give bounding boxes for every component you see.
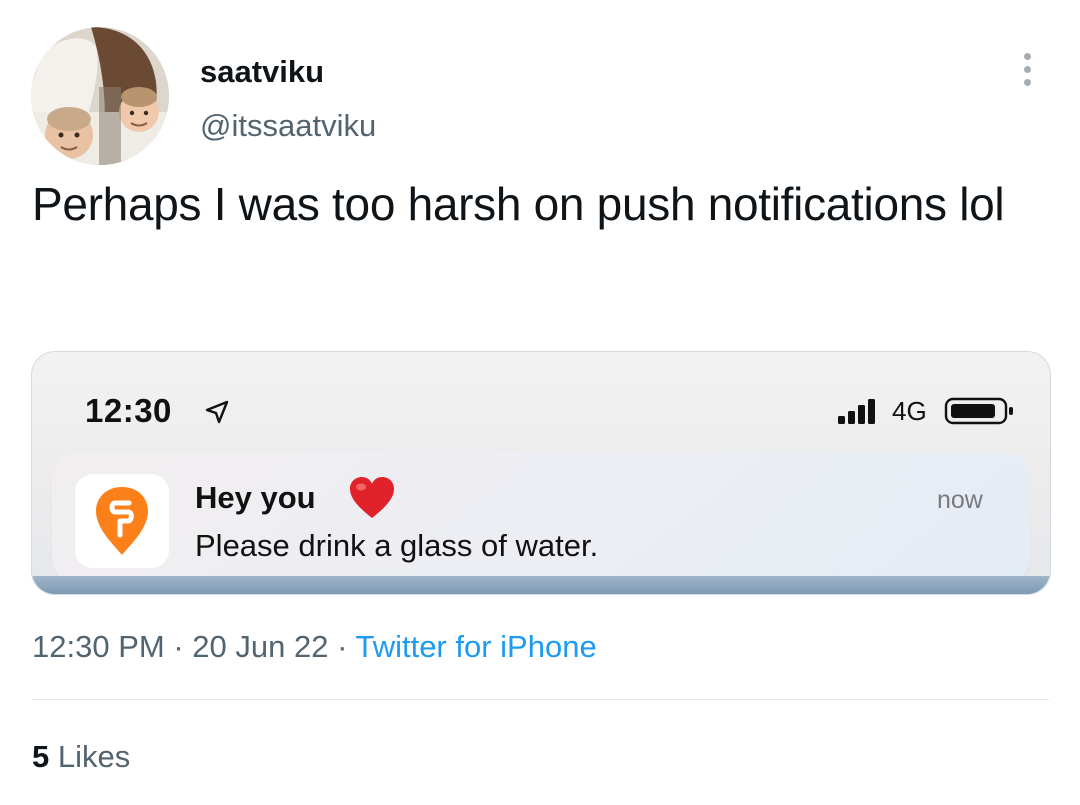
location-arrow-icon bbox=[205, 400, 229, 424]
media-bottom-strip bbox=[32, 576, 1050, 594]
author-handle[interactable]: @itssaatviku bbox=[200, 107, 376, 145]
tweet-metadata: 12:30 PM · 20 Jun 22 · Twitter for iPhon… bbox=[32, 628, 597, 666]
tweet-media-image[interactable]: 12:30 4G Hey you Please drink a glass of… bbox=[31, 351, 1051, 595]
author-display-name[interactable]: saatviku bbox=[200, 53, 324, 91]
meta-separator: · bbox=[337, 629, 348, 664]
tweet-date[interactable]: 20 Jun 22 bbox=[192, 629, 328, 664]
push-notification[interactable]: Hey you Please drink a glass of water. n… bbox=[52, 452, 1030, 584]
tweet-time[interactable]: 12:30 PM bbox=[32, 629, 165, 664]
more-dot-icon bbox=[1023, 52, 1031, 60]
tweet-source-link[interactable]: Twitter for iPhone bbox=[355, 629, 596, 664]
more-options-button[interactable] bbox=[1012, 50, 1042, 88]
battery-icon bbox=[944, 397, 1013, 425]
more-dot-icon bbox=[1023, 65, 1031, 73]
likes-link[interactable]: 5 Likes bbox=[32, 738, 130, 776]
likes-label: Likes bbox=[57, 739, 131, 774]
divider bbox=[32, 699, 1049, 700]
likes-count: 5 bbox=[32, 739, 50, 774]
swiggy-app-icon bbox=[75, 474, 169, 568]
more-dot-icon bbox=[1023, 78, 1031, 86]
notification-title: Hey you bbox=[195, 480, 316, 515]
meta-separator: · bbox=[173, 629, 184, 664]
tweet-text: Perhaps I was too harsh on push notifica… bbox=[32, 178, 1005, 230]
notification-body: Please drink a glass of water. bbox=[195, 528, 599, 563]
network-type-label: 4G bbox=[892, 396, 927, 426]
notification-time: now bbox=[937, 486, 983, 514]
red-heart-icon bbox=[350, 477, 394, 518]
signal-bars-icon bbox=[838, 399, 875, 424]
status-bar-time: 12:30 bbox=[85, 392, 172, 429]
author-avatar[interactable] bbox=[31, 27, 169, 165]
